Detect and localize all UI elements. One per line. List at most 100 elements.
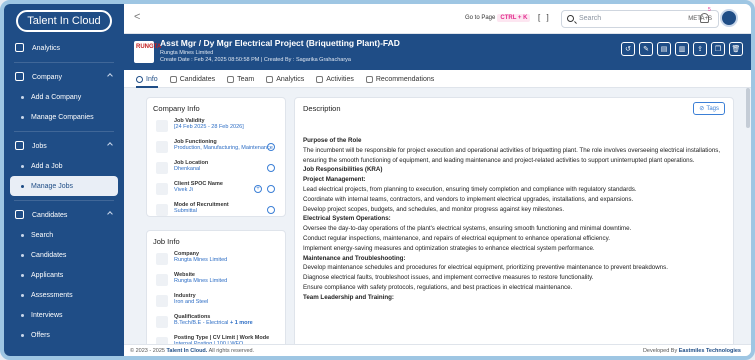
search-placeholder: Search: [579, 15, 602, 22]
add-icon[interactable]: +: [254, 185, 262, 193]
edit-icon[interactable]: [267, 143, 275, 151]
tab-label: Recommendations: [375, 75, 435, 83]
bell-icon[interactable]: [700, 13, 709, 23]
file-icon[interactable]: ▥: [675, 42, 689, 56]
app-logo[interactable]: Talent In Cloud: [16, 10, 112, 32]
row-value[interactable]: Rungta Mines Limited: [174, 278, 279, 285]
users-icon: [15, 210, 24, 219]
chevron-up-icon: [107, 211, 113, 217]
sidebar-item-search[interactable]: Search: [4, 225, 124, 245]
sidebar-item-company[interactable]: Company: [4, 67, 124, 87]
tags-button[interactable]: ⊘ Tags: [693, 102, 725, 115]
tab-team[interactable]: Team: [227, 70, 254, 88]
user-icon: [156, 183, 168, 195]
edit-icon[interactable]: [267, 185, 275, 193]
sidebar-item-assessments[interactable]: Assessments: [4, 285, 124, 305]
sidebar-item-label: Company: [32, 73, 62, 81]
tab-candidates[interactable]: Candidates: [169, 70, 215, 88]
sidebar-item-add-company[interactable]: Add a Company: [4, 87, 124, 107]
job-tabs: Info Candidates Team Analytics Activitie…: [124, 70, 751, 88]
share-icon[interactable]: ⇪: [693, 42, 707, 56]
location-icon: [156, 162, 168, 174]
goto-label: Go to Page: [465, 15, 496, 21]
description-paragraph: Diagnose electrical faults, troubleshoot…: [303, 274, 594, 282]
description-heading: Purpose of the Role: [303, 137, 362, 144]
sidebar-item-applicants[interactable]: Applicants: [4, 265, 124, 285]
description-paragraph: Ensure compliance with safety protocols,…: [303, 283, 573, 291]
sidebar-item-manage-jobs[interactable]: Manage Jobs: [10, 176, 118, 196]
description-card: Description ⊘ Tags Purpose of the Role The…: [294, 97, 734, 356]
divider: [14, 131, 114, 132]
scrollbar[interactable]: [746, 88, 750, 128]
sidebar-item-candidates-list[interactable]: Candidates: [4, 245, 124, 265]
sidebar-item-offers[interactable]: Offers: [4, 325, 124, 345]
app-window: Talent In Cloud Analytics Company Add a …: [0, 0, 755, 360]
search-input[interactable]: Search META+S: [561, 10, 719, 28]
info-row: Website Rungta Mines Limited: [153, 272, 279, 288]
divider: [14, 200, 114, 201]
description-heading: Team Leadership and Training:: [303, 293, 394, 301]
card-title: Job Info: [153, 237, 180, 246]
tab-analytics[interactable]: Analytics: [266, 70, 304, 88]
description-heading: Electrical System Operations:: [303, 215, 391, 223]
description-paragraph: The incumbent will be responsible for pr…: [303, 146, 721, 164]
document-icon[interactable]: ▤: [657, 42, 671, 56]
sidebar-item-interviews[interactable]: Interviews: [4, 305, 124, 325]
company-logo: RUNGTA: [134, 41, 161, 63]
copyright-years: © 2023 - 2025: [130, 348, 165, 354]
row-value: [24 Feb 2025 - 28 Feb 2026]: [174, 124, 244, 130]
graduation-icon: [156, 316, 168, 328]
sidebar-item-manage-companies[interactable]: Manage Companies: [4, 107, 124, 127]
sidebar-item-jobs[interactable]: Jobs: [4, 136, 124, 156]
credit-brand[interactable]: Eastmiles Technologies: [679, 348, 741, 354]
edit-icon[interactable]: ✎: [639, 42, 653, 56]
row-value: Vivek Ji: [174, 187, 193, 193]
sidebar-item-analytics[interactable]: Analytics: [4, 38, 124, 58]
row-value: Submittal: [174, 208, 197, 214]
star-icon: [365, 75, 373, 83]
description-paragraph: Develop project scopes, budgets, and sch…: [303, 205, 565, 213]
gear-icon: [156, 141, 168, 153]
goto-page[interactable]: Go to Page CTRL + K: [465, 14, 531, 22]
tab-activities[interactable]: Activities: [316, 70, 354, 88]
sidebar-nav: Analytics Company Add a Company Manage C…: [4, 38, 124, 345]
tab-info[interactable]: Info: [136, 70, 158, 88]
description-paragraph: Conduct regular inspections, maintenance…: [303, 234, 610, 242]
thumbs-up-icon: [156, 204, 168, 216]
copy-icon[interactable]: ❐: [711, 42, 725, 56]
back-arrow-icon[interactable]: <: [134, 11, 140, 23]
expand-icon[interactable]: [ ]: [538, 13, 551, 22]
notification-badge: 5: [708, 7, 711, 13]
row-value: B.Tech/B.E - Electrical + 1 more: [174, 320, 279, 327]
job-header: RUNGTA Asst Mgr / Dy Mgr Electrical Proj…: [124, 34, 751, 70]
tab-label: Activities: [326, 75, 354, 83]
edit-icon[interactable]: [267, 164, 275, 172]
developer-credit: Developed By Eastmiles Technologies: [643, 348, 741, 354]
info-row: Qualifications B.Tech/B.E - Electrical + …: [153, 314, 279, 330]
info-row: Company Rungta Mines Limited: [153, 251, 279, 267]
sidebar-item-add-job[interactable]: Add a Job: [4, 156, 124, 176]
undo-icon[interactable]: ↺: [621, 42, 635, 56]
briefcase-icon: [15, 141, 24, 150]
edit-icon[interactable]: [267, 206, 275, 214]
sidebar: Talent In Cloud Analytics Company Add a …: [4, 4, 124, 356]
copyright-brand[interactable]: Talent In Cloud.: [166, 348, 207, 354]
chevron-up-icon: [107, 73, 113, 79]
avatar[interactable]: [720, 9, 738, 27]
tab-label: Team: [237, 75, 255, 83]
row-value: Rungta Mines Limited: [174, 257, 228, 263]
info-icon: [136, 75, 143, 83]
sidebar-item-candidates[interactable]: Candidates: [4, 205, 124, 225]
more-link[interactable]: + 1 more: [230, 320, 253, 326]
copyright: © 2023 - 2025 Talent In Cloud. All right…: [130, 348, 254, 354]
company-info-card: Company Info Job Validity [24 Feb 2025 - …: [146, 97, 286, 217]
tab-label: Analytics: [276, 75, 305, 83]
job-company: Rungta Mines Limited: [160, 50, 214, 56]
info-row: Client SPOC Name Vivek Ji +: [153, 181, 279, 197]
tab-label: Info: [146, 75, 158, 83]
divider: [14, 62, 114, 63]
description-body: Purpose of the Role The incumbent will be…: [303, 136, 725, 303]
tab-recommendations[interactable]: Recommendations: [365, 70, 435, 88]
info-row: Job Validity [24 Feb 2025 - 28 Feb 2026]: [153, 118, 279, 134]
delete-icon[interactable]: 🗑: [729, 42, 743, 56]
